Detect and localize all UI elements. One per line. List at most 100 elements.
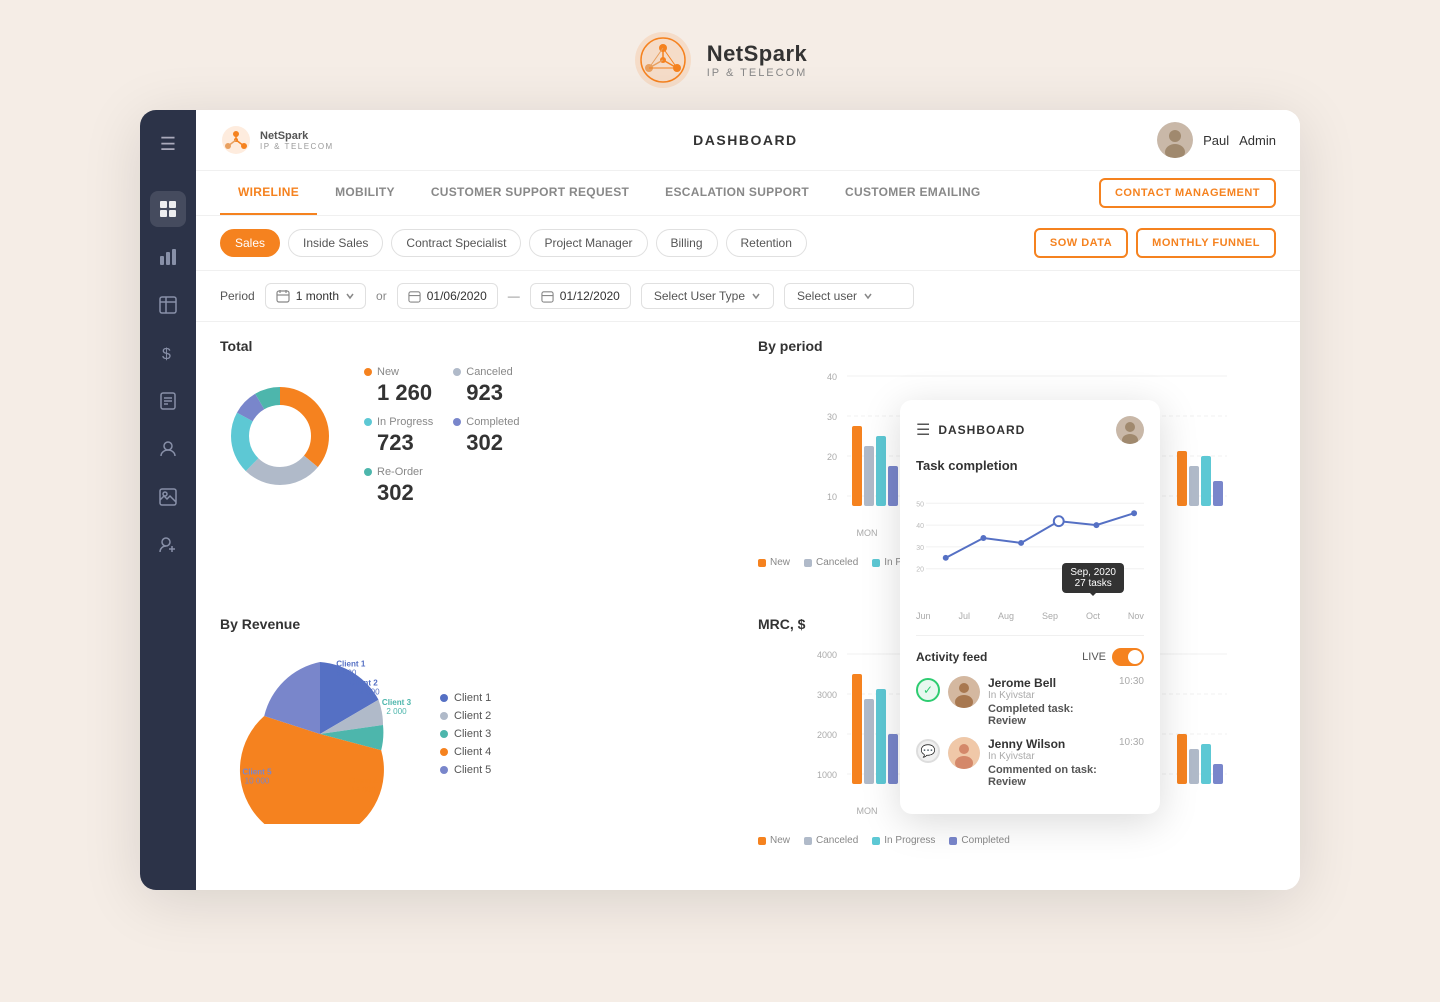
right-panel-title: DASHBOARD (938, 423, 1025, 437)
live-badge: LIVE (1082, 648, 1144, 666)
by-period-title: By period (758, 338, 1276, 354)
tooltip-date: Sep, 2020 (1070, 567, 1116, 578)
user-role: Admin (1239, 133, 1276, 148)
filter-project-manager[interactable]: Project Manager (529, 229, 647, 257)
revenue-legend: Client 1 Client 2 Client 3 (440, 692, 491, 776)
c1-label: Client 1 (454, 692, 491, 704)
svg-text:10: 10 (827, 492, 837, 502)
activity-section: Activity feed LIVE ✓ Jerome Bell (916, 635, 1144, 788)
total-donut-area: New 1 260 Canceled 923 (220, 366, 738, 506)
activity-item-2: 💬 Jenny Wilson In Kyivstar Commented on … (916, 737, 1144, 788)
panel-menu-icon[interactable]: ☰ (916, 420, 930, 440)
legend-completed-label: Completed (466, 416, 519, 428)
sidebar-item-add-user[interactable] (150, 527, 186, 563)
main-nav: WIRELINE MOBILITY CUSTOMER SUPPORT REQUE… (196, 171, 1300, 216)
activity-title: Activity feed (916, 650, 987, 664)
avatar-jenny (948, 737, 980, 769)
c5-dot (440, 766, 448, 774)
contact-management-button[interactable]: CONTACT MANAGEMENT (1099, 178, 1276, 208)
legend-canceled-label: Canceled (466, 366, 512, 378)
right-panel: ☰ DASHBOARD Task completion (900, 400, 1160, 814)
c3-label: Client 3 (454, 728, 491, 740)
mrc-legend: New Canceled In Progress (758, 835, 1276, 846)
task-completion-title: Task completion (916, 458, 1144, 473)
rev-legend-c4: Client 4 (440, 746, 491, 758)
activity-info-1: Jerome Bell In Kyivstar Completed task: … (988, 676, 1111, 727)
period-or-text: or (376, 289, 387, 303)
sidebar-item-dashboard[interactable] (150, 191, 186, 227)
mrc-legend-completed: Completed (949, 835, 1009, 846)
sidebar-item-dollar[interactable]: $ (150, 335, 186, 371)
tab-wireline[interactable]: WIRELINE (220, 171, 317, 215)
activity-time-1: 10:30 (1119, 676, 1144, 687)
sidebar-item-table[interactable] (150, 287, 186, 323)
nav-tabs: WIRELINE MOBILITY CUSTOMER SUPPORT REQUE… (220, 171, 999, 215)
user-chevron-icon (863, 291, 873, 301)
c1-dot (440, 694, 448, 702)
rev-legend-c3: Client 3 (440, 728, 491, 740)
tab-mobility[interactable]: MOBILITY (317, 171, 413, 215)
sidebar-item-gallery[interactable] (150, 479, 186, 515)
sidebar-item-users[interactable] (150, 431, 186, 467)
calendar-to-icon (541, 290, 554, 303)
c2-dot (440, 712, 448, 720)
monthly-funnel-button[interactable]: MONTHLY FUNNEL (1136, 228, 1276, 258)
tab-emailing[interactable]: CUSTOMER EMAILING (827, 171, 999, 215)
legend-new-value: 1 260 (364, 380, 433, 406)
filter-inside-sales[interactable]: Inside Sales (288, 229, 383, 257)
filter-retention[interactable]: Retention (726, 229, 807, 257)
filter-contract-specialist[interactable]: Contract Specialist (391, 229, 521, 257)
sidebar-item-notes[interactable] (150, 383, 186, 419)
svg-text:2 000: 2 000 (359, 687, 380, 696)
svg-text:30: 30 (916, 545, 924, 552)
comment-icon: 💬 (916, 739, 940, 763)
calendar-from-icon (408, 290, 421, 303)
right-panel-header: ☰ DASHBOARD (916, 416, 1144, 444)
activity-task-2: Commented on task: Review (988, 764, 1111, 788)
avatar-jerome (948, 676, 980, 708)
hamburger-icon[interactable]: ☰ (152, 126, 184, 163)
legend-new-entry: New (770, 557, 790, 568)
inprogress-dot (364, 418, 372, 426)
period-date-to[interactable]: 01/12/2020 (530, 283, 631, 309)
user-select[interactable]: Select user (784, 283, 914, 309)
user-type-select[interactable]: Select User Type (641, 283, 774, 309)
tab-customer-support[interactable]: CUSTOMER SUPPORT REQUEST (413, 171, 647, 215)
sidebar: ☰ (140, 110, 196, 890)
svg-text:MON: MON (857, 528, 878, 538)
legend-completed: Completed 302 (453, 416, 522, 456)
donut-chart (220, 376, 340, 496)
period-date-from[interactable]: 01/06/2020 (397, 283, 498, 309)
legend-canceled: Canceled 923 (453, 366, 522, 406)
filter-billing[interactable]: Billing (656, 229, 718, 257)
topbar-logo: NetSpark IP & TELECOM (220, 124, 334, 156)
date-dash: — (508, 289, 520, 303)
legend-canceled-entry: Canceled (816, 557, 858, 568)
tab-escalation[interactable]: ESCALATION SUPPORT (647, 171, 827, 215)
task-tooltip: Sep, 2020 27 tasks (1062, 563, 1124, 593)
sow-data-button[interactable]: SOW DATA (1034, 228, 1128, 258)
svg-text:Client 1: Client 1 (336, 660, 366, 669)
period-duration-select[interactable]: 1 month (265, 283, 366, 309)
topbar: NetSpark IP & TELECOM DASHBOARD Paul A (196, 110, 1300, 171)
activity-name-2: Jenny Wilson (988, 737, 1111, 751)
svg-text:40: 40 (916, 523, 924, 530)
topbar-brand-sub: IP & TELECOM (260, 142, 334, 151)
date-from-value: 01/06/2020 (427, 289, 487, 303)
task-chart-area: 50 40 30 20 Sep, 2020 (916, 483, 1144, 603)
filter-sales[interactable]: Sales (220, 229, 280, 257)
live-label: LIVE (1082, 651, 1106, 663)
svg-text:Client 4: Client 4 (349, 777, 379, 786)
rev-legend-c5: Client 5 (440, 764, 491, 776)
sidebar-item-charts[interactable] (150, 239, 186, 275)
period-row: Period 1 month or (196, 271, 1300, 322)
user-info: Paul Admin (1157, 122, 1276, 158)
user-name: Paul (1203, 133, 1229, 148)
app-wrapper: ☰ (140, 110, 1300, 890)
mrc-legend-inprogress: In Progress (872, 835, 935, 846)
mrc-legend-new: New (758, 835, 790, 846)
legend-canceled-value: 923 (453, 380, 522, 406)
live-toggle[interactable] (1112, 648, 1144, 666)
c5-label: Client 5 (454, 764, 491, 776)
activity-header: Activity feed LIVE (916, 648, 1144, 666)
